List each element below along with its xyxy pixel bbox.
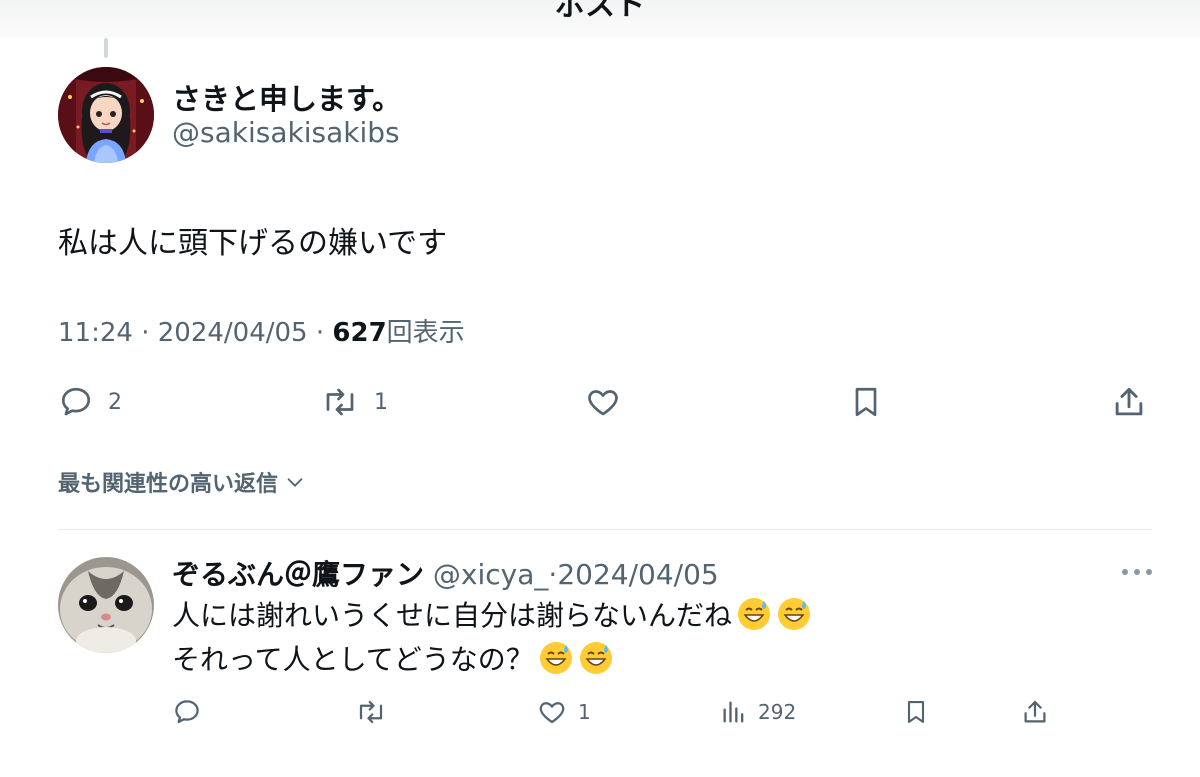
replies-sort-label: 最も関連性の高い返信: [58, 472, 279, 497]
reply-separator: ·: [548, 558, 558, 591]
reply-text-2: それって人としてどうなの？: [172, 643, 534, 676]
meta-separator: ·: [315, 318, 325, 348]
bookmark-button[interactable]: [848, 380, 884, 424]
post-meta: 11:24 · 2024/04/05 · 627回表示: [58, 312, 465, 349]
reply-author-handle[interactable]: @xicya_: [433, 558, 548, 591]
reply-text-1: 人には謝れいうくせに自分は謝らないんだね: [172, 599, 733, 632]
meta-separator: ·: [141, 318, 150, 348]
reply-button[interactable]: 2: [58, 380, 122, 424]
bookmark-icon: [907, 701, 925, 723]
reply-count: 2: [108, 389, 122, 415]
reply-like-count: 1: [578, 700, 591, 724]
cat-avatar-illustration: [58, 557, 154, 653]
reply-author-name[interactable]: ぞるぶん＠鷹ファン: [172, 558, 424, 591]
reply-views-count: 292: [758, 700, 797, 724]
post-text: 私は人に頭下げるの嫌いです: [58, 226, 448, 261]
repost-icon: [359, 700, 383, 724]
replies-sort-dropdown[interactable]: 最も関連性の高い返信: [58, 466, 306, 498]
post-action-bar: 2 1: [0, 380, 1200, 424]
grinning-sweat-emoji-icon: [579, 642, 612, 674]
reply-repost-button[interactable]: [354, 694, 388, 730]
reply-views-button[interactable]: 292: [720, 694, 796, 730]
avatar-illustration: [58, 67, 154, 163]
author-handle[interactable]: @sakisakisakibs: [172, 116, 400, 149]
author-name[interactable]: さきと申します。: [172, 76, 401, 118]
bookmark-icon: [855, 387, 877, 417]
repost-icon: [326, 388, 354, 416]
views-label: 回表示: [386, 318, 465, 348]
post-date[interactable]: 2024/04/05: [158, 318, 308, 348]
views-count: 627: [332, 318, 387, 348]
repost-button[interactable]: 1: [320, 380, 388, 424]
reply-date[interactable]: 2024/04/05: [557, 558, 718, 591]
reply-header: ぞるぶん＠鷹ファン @xicya_·2024/04/05: [172, 553, 719, 593]
heart-icon: [539, 702, 565, 724]
like-button[interactable]: [584, 380, 622, 424]
divider: [58, 529, 1152, 530]
post-time[interactable]: 11:24: [58, 318, 133, 348]
chevron-down-icon: [287, 478, 303, 487]
reply-reply-button[interactable]: [172, 694, 202, 730]
tweet-detail-page: ポスト さきと申します。 @sakisakisakibs 私は人に頭下げるの嫌い…: [0, 0, 1200, 777]
reply-text-line-2: それって人としてどうなの？: [172, 638, 614, 678]
grinning-sweat-emoji-icon: [738, 598, 771, 630]
share-icon: [1115, 387, 1143, 416]
repost-count: 1: [374, 389, 388, 415]
analytics-bar-icon: [723, 701, 744, 723]
page-title: ポスト: [555, 0, 645, 23]
grinning-sweat-emoji-icon: [778, 598, 811, 630]
thread-connector-line: [104, 38, 108, 58]
reply-share-button[interactable]: [1020, 694, 1050, 730]
reply-like-button[interactable]: 1: [536, 694, 591, 730]
reply-action-bar: 1 292: [0, 694, 1200, 730]
author-avatar[interactable]: [58, 67, 154, 163]
reply-text-line-1: 人には謝れいうくせに自分は謝らないんだね: [172, 594, 812, 634]
share-icon: [1024, 700, 1046, 723]
grinning-sweat-emoji-icon: [539, 642, 572, 674]
reply-icon: [175, 700, 199, 724]
reply-bookmark-button[interactable]: [902, 694, 930, 730]
heart-icon: [588, 390, 618, 416]
top-header: ポスト: [0, 0, 1200, 38]
more-options-icon[interactable]: [1120, 568, 1154, 576]
reply-author-avatar[interactable]: [58, 557, 154, 653]
reply-icon: [61, 387, 91, 416]
share-button[interactable]: [1110, 380, 1148, 424]
